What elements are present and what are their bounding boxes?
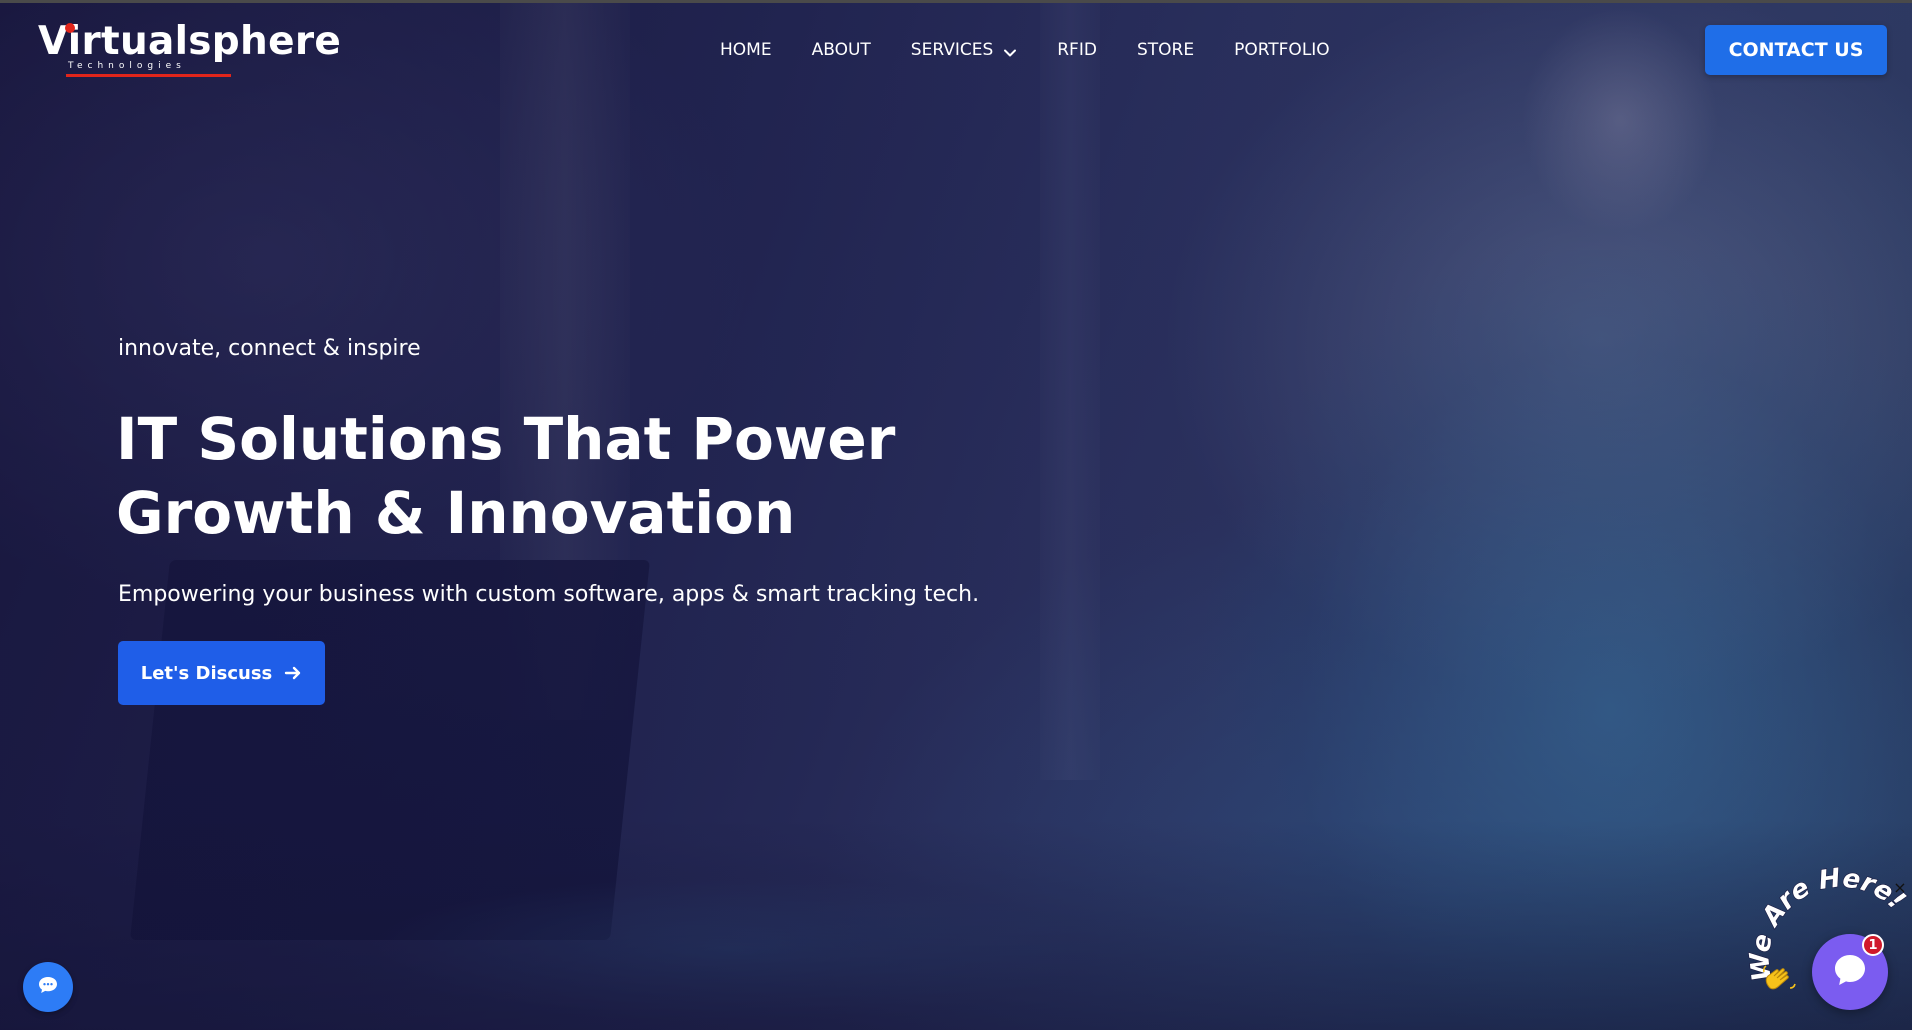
chevron-down-icon: [1003, 43, 1017, 57]
logo-red-dot: [65, 23, 75, 33]
site-header: Virtualsphere Technologies HOME ABOUT SE…: [0, 0, 1912, 100]
nav-item-store[interactable]: STORE: [1137, 38, 1194, 62]
chat-bubble-icon: [1830, 950, 1870, 995]
arrow-right-icon: [284, 664, 302, 682]
main-nav: HOME ABOUT SERVICES RFID STORE PORTFOLIO: [720, 38, 1370, 62]
contact-us-label: CONTACT US: [1728, 39, 1864, 61]
logo-subtitle: Technologies: [68, 61, 186, 71]
close-widget-button[interactable]: ×: [1892, 880, 1908, 896]
hero-kicker: innovate, connect & inspire: [118, 336, 421, 361]
site-logo[interactable]: Virtualsphere Technologies: [38, 18, 341, 80]
page: Virtualsphere Technologies HOME ABOUT SE…: [0, 0, 1912, 1030]
lets-discuss-button[interactable]: Let's Discuss: [118, 641, 325, 705]
chat-launcher-left[interactable]: [23, 962, 73, 1012]
nav-item-label: PORTFOLIO: [1234, 40, 1330, 60]
hero-subtitle: Empowering your business with custom sof…: [118, 582, 980, 607]
nav-item-rfid[interactable]: RFID: [1057, 38, 1097, 62]
hero-title-line-2: Growth & Innovation: [116, 479, 796, 547]
chat-bubble-icon: [36, 973, 60, 1002]
waving-hand-icon: [1762, 962, 1798, 1000]
header-top-border: [0, 0, 1912, 3]
nav-item-portfolio[interactable]: PORTFOLIO: [1234, 38, 1330, 62]
nav-item-label: HOME: [720, 40, 772, 60]
nav-item-label: ABOUT: [811, 40, 871, 60]
hero-title: IT Solutions That Power Growth & Innovat…: [116, 402, 1016, 550]
contact-us-button[interactable]: CONTACT US: [1705, 25, 1887, 75]
nav-item-label: SERVICES: [910, 40, 994, 60]
hero-title-line-1: IT Solutions That Power: [116, 405, 896, 473]
nav-item-label: RFID: [1057, 40, 1097, 60]
nav-item-services[interactable]: SERVICES: [911, 38, 1017, 62]
nav-item-label: STORE: [1136, 40, 1195, 60]
logo-underline: [66, 74, 231, 77]
nav-item-about[interactable]: ABOUT: [812, 38, 871, 62]
logo-wordmark: Virtualsphere: [38, 19, 342, 64]
nav-item-home[interactable]: HOME: [720, 38, 772, 62]
lets-discuss-label: Let's Discuss: [140, 662, 273, 684]
unread-count-badge: 1: [1862, 934, 1884, 956]
